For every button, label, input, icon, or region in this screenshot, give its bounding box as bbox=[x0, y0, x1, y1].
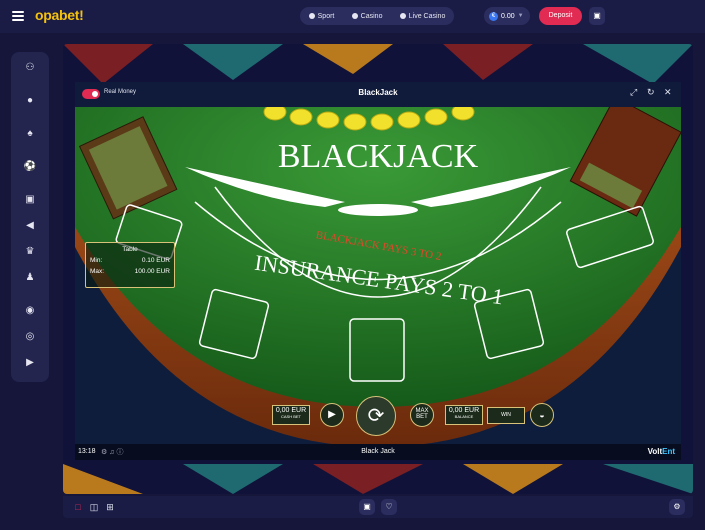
chevron-down-icon: ▼ bbox=[517, 13, 524, 19]
brand-right: Ent bbox=[662, 447, 675, 456]
balance-amount: 0.00 bbox=[501, 12, 515, 20]
cash-bet-label: CASH BET bbox=[280, 414, 301, 419]
trophy-icon[interactable]: ♛ bbox=[22, 244, 38, 260]
game-window: Real Money BlackJack ⤢ ↻ ✕ BLACKJACK BLA… bbox=[75, 82, 681, 460]
nav-casino-label: Casino bbox=[360, 12, 383, 20]
balance-label: BALANCE bbox=[454, 414, 474, 419]
gift-icon[interactable]: ▣ bbox=[589, 7, 605, 25]
deposit-button[interactable]: Deposit bbox=[539, 7, 582, 25]
grid-icon[interactable]: ⊞ bbox=[103, 500, 117, 514]
nav-sport-label: Sport bbox=[317, 12, 335, 20]
game-footer: 13:18 ⚙♫ⓘ Black Jack VoltEnt bbox=[75, 444, 681, 460]
logout-icon[interactable]: ▶ bbox=[22, 355, 38, 371]
balance-display: 0,00 EUR BALANCE bbox=[445, 405, 483, 425]
gift-icon[interactable]: ▣ bbox=[22, 192, 38, 208]
blackjack-table: BLACKJACK BLACKJACK PAYS 3 TO 2 INSURANC… bbox=[75, 107, 681, 460]
settings-icon[interactable]: ⚙ bbox=[669, 499, 685, 515]
table-limits-panel: Table Min: 0.10 EUR Max: 100.00 EUR bbox=[85, 242, 175, 288]
casino-chip-icon bbox=[351, 13, 358, 19]
nav-sport[interactable]: Sport bbox=[308, 12, 335, 20]
nav-live-casino-label: Live Casino bbox=[408, 12, 446, 20]
heart-icon[interactable]: ♡ bbox=[381, 499, 397, 515]
chip-select-icon[interactable]: ◒ bbox=[530, 403, 554, 427]
split-icon[interactable]: ◫ bbox=[87, 500, 101, 514]
live-icon bbox=[399, 13, 406, 19]
brand-left: Volt bbox=[647, 447, 663, 456]
gift-icon[interactable]: ▣ bbox=[359, 499, 375, 515]
close-icon[interactable]: ✕ bbox=[664, 87, 672, 98]
ball-icon[interactable]: ⚽ bbox=[22, 159, 38, 175]
game-header: Real Money BlackJack ⤢ ↻ ✕ bbox=[75, 82, 681, 107]
table-logo: BLACKJACK bbox=[278, 138, 479, 175]
cash-bet-display: 0,00 EUR CASH BET bbox=[272, 405, 310, 425]
cash-bet-value: 0,00 EUR bbox=[275, 407, 307, 414]
max-bet-line2: BET bbox=[416, 414, 428, 420]
coin-icon[interactable]: ● bbox=[22, 93, 38, 109]
logo[interactable]: opabet! bbox=[35, 7, 84, 23]
reload-icon[interactable]: ↻ bbox=[647, 87, 655, 98]
max-value: 100.00 EUR bbox=[134, 268, 170, 275]
top-bar: opabet! Sport Casino Live Casino € 0.00 … bbox=[0, 0, 705, 33]
cards-icon[interactable]: ♠ bbox=[22, 126, 38, 142]
provider-logo: VoltEnt bbox=[648, 447, 675, 456]
user-icon[interactable]: ⚇ bbox=[22, 60, 38, 76]
max-bet-button[interactable]: MAX BET bbox=[410, 403, 434, 427]
min-row: Min: 0.10 EUR bbox=[86, 257, 174, 264]
globe-icon[interactable]: ◎ bbox=[22, 329, 38, 345]
euro-icon: € bbox=[489, 11, 498, 21]
nav-live-casino[interactable]: Live Casino bbox=[399, 12, 446, 20]
bottom-bar: □ ◫ ⊞ ▣ ♡ ⚙ bbox=[63, 496, 693, 518]
support-icon[interactable]: ◉ bbox=[22, 303, 38, 319]
deal-button[interactable]: ⟳ bbox=[356, 396, 396, 436]
megaphone-icon[interactable]: ◀ bbox=[22, 218, 38, 234]
balance-button[interactable]: € 0.00 ▼ bbox=[484, 7, 530, 25]
play-button[interactable]: ▶ bbox=[320, 403, 344, 427]
max-label: Max: bbox=[90, 268, 105, 275]
win-display: WIN bbox=[487, 407, 525, 424]
window-icon[interactable]: □ bbox=[71, 500, 85, 514]
game-title: BlackJack bbox=[358, 88, 398, 97]
limits-header: Table bbox=[122, 246, 138, 253]
win-label: WIN bbox=[501, 412, 511, 418]
max-row: Max: 100.00 EUR bbox=[86, 268, 174, 275]
game-name: Black Jack bbox=[361, 448, 395, 455]
min-value: 0.10 EUR bbox=[141, 257, 170, 264]
main-nav: Sport Casino Live Casino bbox=[300, 7, 454, 25]
nav-casino[interactable]: Casino bbox=[351, 12, 383, 20]
balance-value: 0,00 EUR bbox=[448, 407, 480, 414]
menu-icon[interactable] bbox=[12, 11, 24, 21]
game-stage: Real Money BlackJack ⤢ ↻ ✕ BLACKJACK BLA… bbox=[63, 44, 693, 494]
min-label: Min: bbox=[90, 257, 103, 264]
sidebar: ⚇ ● ♠ ⚽ ▣ ◀ ♛ ♟ ◉ ◎ ▶ bbox=[11, 52, 49, 382]
expand-icon[interactable]: ⤢ bbox=[630, 87, 637, 98]
soccer-ball-icon bbox=[308, 13, 315, 19]
person-icon[interactable]: ♟ bbox=[22, 270, 38, 286]
